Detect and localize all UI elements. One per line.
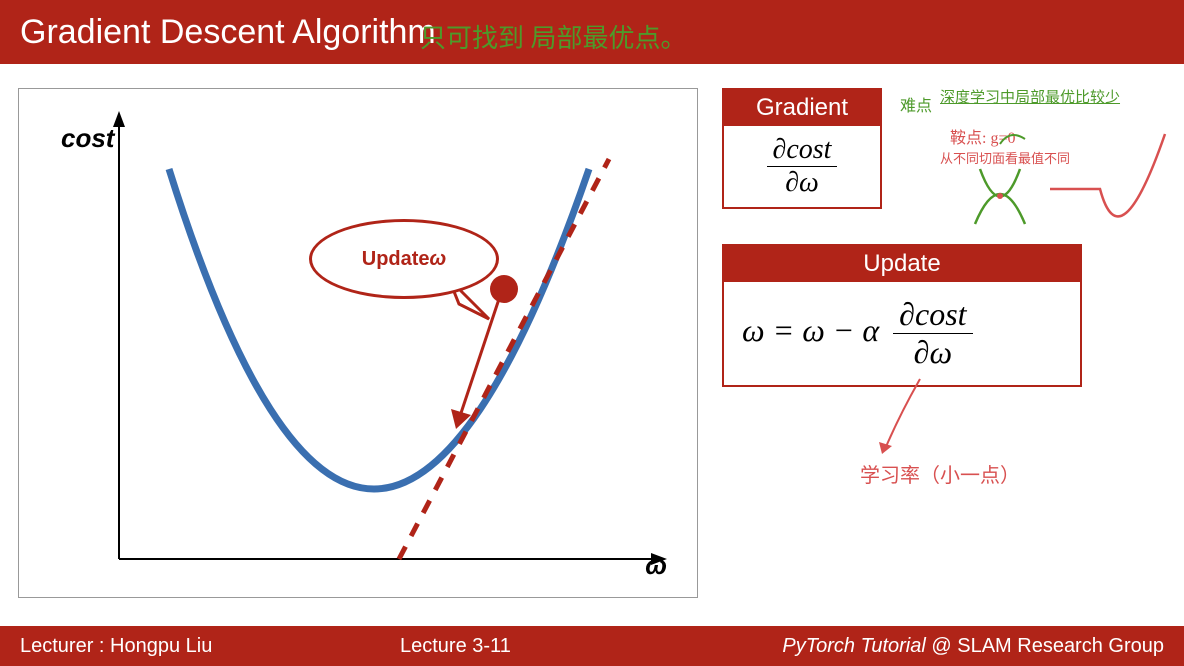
slide-body: cost ω Update ω Gradient ∂cost ∂ω Update… [0, 64, 1184, 626]
footer-lecturer: Lecturer : Hongpu Liu [20, 635, 400, 658]
update-num: ∂cost [893, 296, 972, 334]
update-den: ∂ω [893, 334, 972, 371]
saddle-sketch [930, 114, 1170, 274]
update-card-body: ω = ω − α ∂cost ∂ω [724, 282, 1080, 385]
footer-tutorial-italic: PyTorch Tutorial [782, 635, 925, 657]
speech-text: Update [362, 248, 430, 271]
speech-var: ω [430, 248, 447, 271]
annot-lr: 学习率（小一点） [860, 459, 1020, 488]
gradient-card-title: Gradient [724, 90, 880, 126]
gradient-den: ∂ω [767, 167, 838, 199]
x-axis-label: ω [645, 550, 667, 581]
annot-dl-local: 深度学习中局部最优比较少 [940, 86, 1120, 107]
footer-tutorial-rest: @ SLAM Research Group [926, 635, 1164, 657]
annot-difficulty: 难点 [900, 92, 932, 116]
plot-svg [19, 89, 699, 599]
cost-plot: cost ω Update ω [18, 88, 698, 598]
gradient-card-body: ∂cost ∂ω [724, 126, 880, 207]
update-speech-bubble: Update ω [309, 219, 499, 299]
gradient-card: Gradient ∂cost ∂ω [722, 88, 882, 209]
slide-footer: Lecturer : Hongpu Liu Lecture 3-11 PyTor… [0, 626, 1184, 666]
y-axis-label: cost [61, 123, 114, 154]
gradient-num: ∂cost [767, 134, 838, 167]
footer-tutorial: PyTorch Tutorial @ SLAM Research Group [660, 635, 1164, 658]
lr-arrow [870, 374, 990, 464]
update-lhs: ω = ω − α [742, 312, 879, 348]
header-annotation: 只可找到 局部最优点。 [420, 18, 687, 55]
slide-title: Gradient Descent Algorithm [20, 13, 436, 52]
footer-lecture: Lecture 3-11 [400, 635, 660, 658]
